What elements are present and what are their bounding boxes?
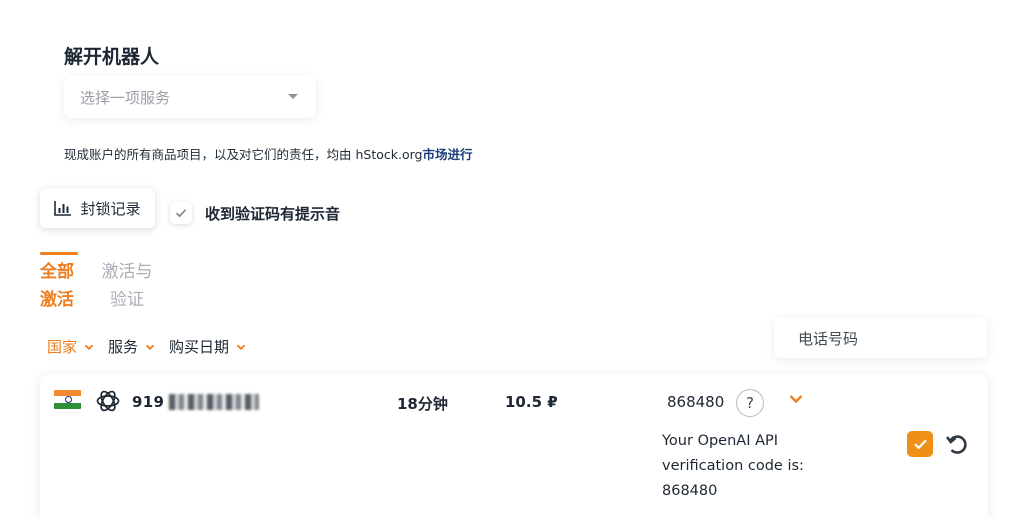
chevron-down-icon [145,344,155,350]
check-icon [913,439,927,450]
tab-activation-verification[interactable]: 激活与验证 [97,258,157,314]
filter-country[interactable]: 国家 [47,336,94,357]
phone-number-redaction [169,394,259,410]
active-tab-indicator [40,252,78,255]
filter-service-label: 服务 [108,338,139,356]
chevron-down-icon [84,344,94,350]
tab-all-activations[interactable]: 全部激活 [40,258,82,314]
filter-service[interactable]: 服务 [108,336,155,357]
filter-date-label: 购买日期 [169,338,230,356]
india-flag-icon [54,390,81,409]
phone-search-input[interactable]: 电话号码 [774,318,987,358]
unlock-section-title: 解开机器人 [64,46,160,68]
notice-body: 现成账户的所有商品项目，以及对它们的责任，均由 hStock.org [64,147,423,162]
filter-bar: 国家 服务 购买日期 [47,336,260,357]
order-verification-code: 868480 [667,393,725,411]
sound-alert-label: 收到验证码有提示音 [205,205,341,223]
caret-down-icon [288,94,298,99]
service-select-placeholder: 选择一项服务 [80,88,171,107]
help-button[interactable]: ? [736,389,764,417]
sound-alert-checkbox[interactable] [170,202,192,224]
order-duration: 18分钟 [397,395,448,413]
order-price: 10.5 ₽ [505,393,558,411]
page: 解开机器人 选择一项服务 现成账户的所有商品项目，以及对它们的责任，均由 hSt… [0,0,1014,518]
notice-text: 现成账户的所有商品项目，以及对它们的责任，均由 hStock.org市场进行 [64,144,472,163]
bar-chart-icon [54,201,72,216]
ban-log-label: 封锁记录 [80,199,141,218]
openai-icon [96,390,120,412]
retry-icon[interactable] [944,431,970,457]
expand-chevron-icon[interactable] [788,392,804,406]
ban-log-button[interactable]: 封锁记录 [40,188,155,228]
check-icon [175,209,187,218]
sms-message-text: Your OpenAI API verification code is: 86… [662,433,804,499]
filter-country-label: 国家 [47,338,78,356]
phone-search-placeholder: 电话号码 [798,329,859,348]
order-phone-number: 919 [132,393,165,411]
filter-purchase-date[interactable]: 购买日期 [169,336,246,357]
chevron-down-icon [236,344,246,350]
help-question-mark: ? [746,394,754,412]
notice-market-link[interactable]: 市场进行 [422,147,472,162]
complete-order-checkbox[interactable] [907,431,933,457]
service-select[interactable]: 选择一项服务 [64,76,316,118]
order-row: 919 18分钟 10.5 ₽ 868480 ? Your OpenAI API… [40,374,988,518]
